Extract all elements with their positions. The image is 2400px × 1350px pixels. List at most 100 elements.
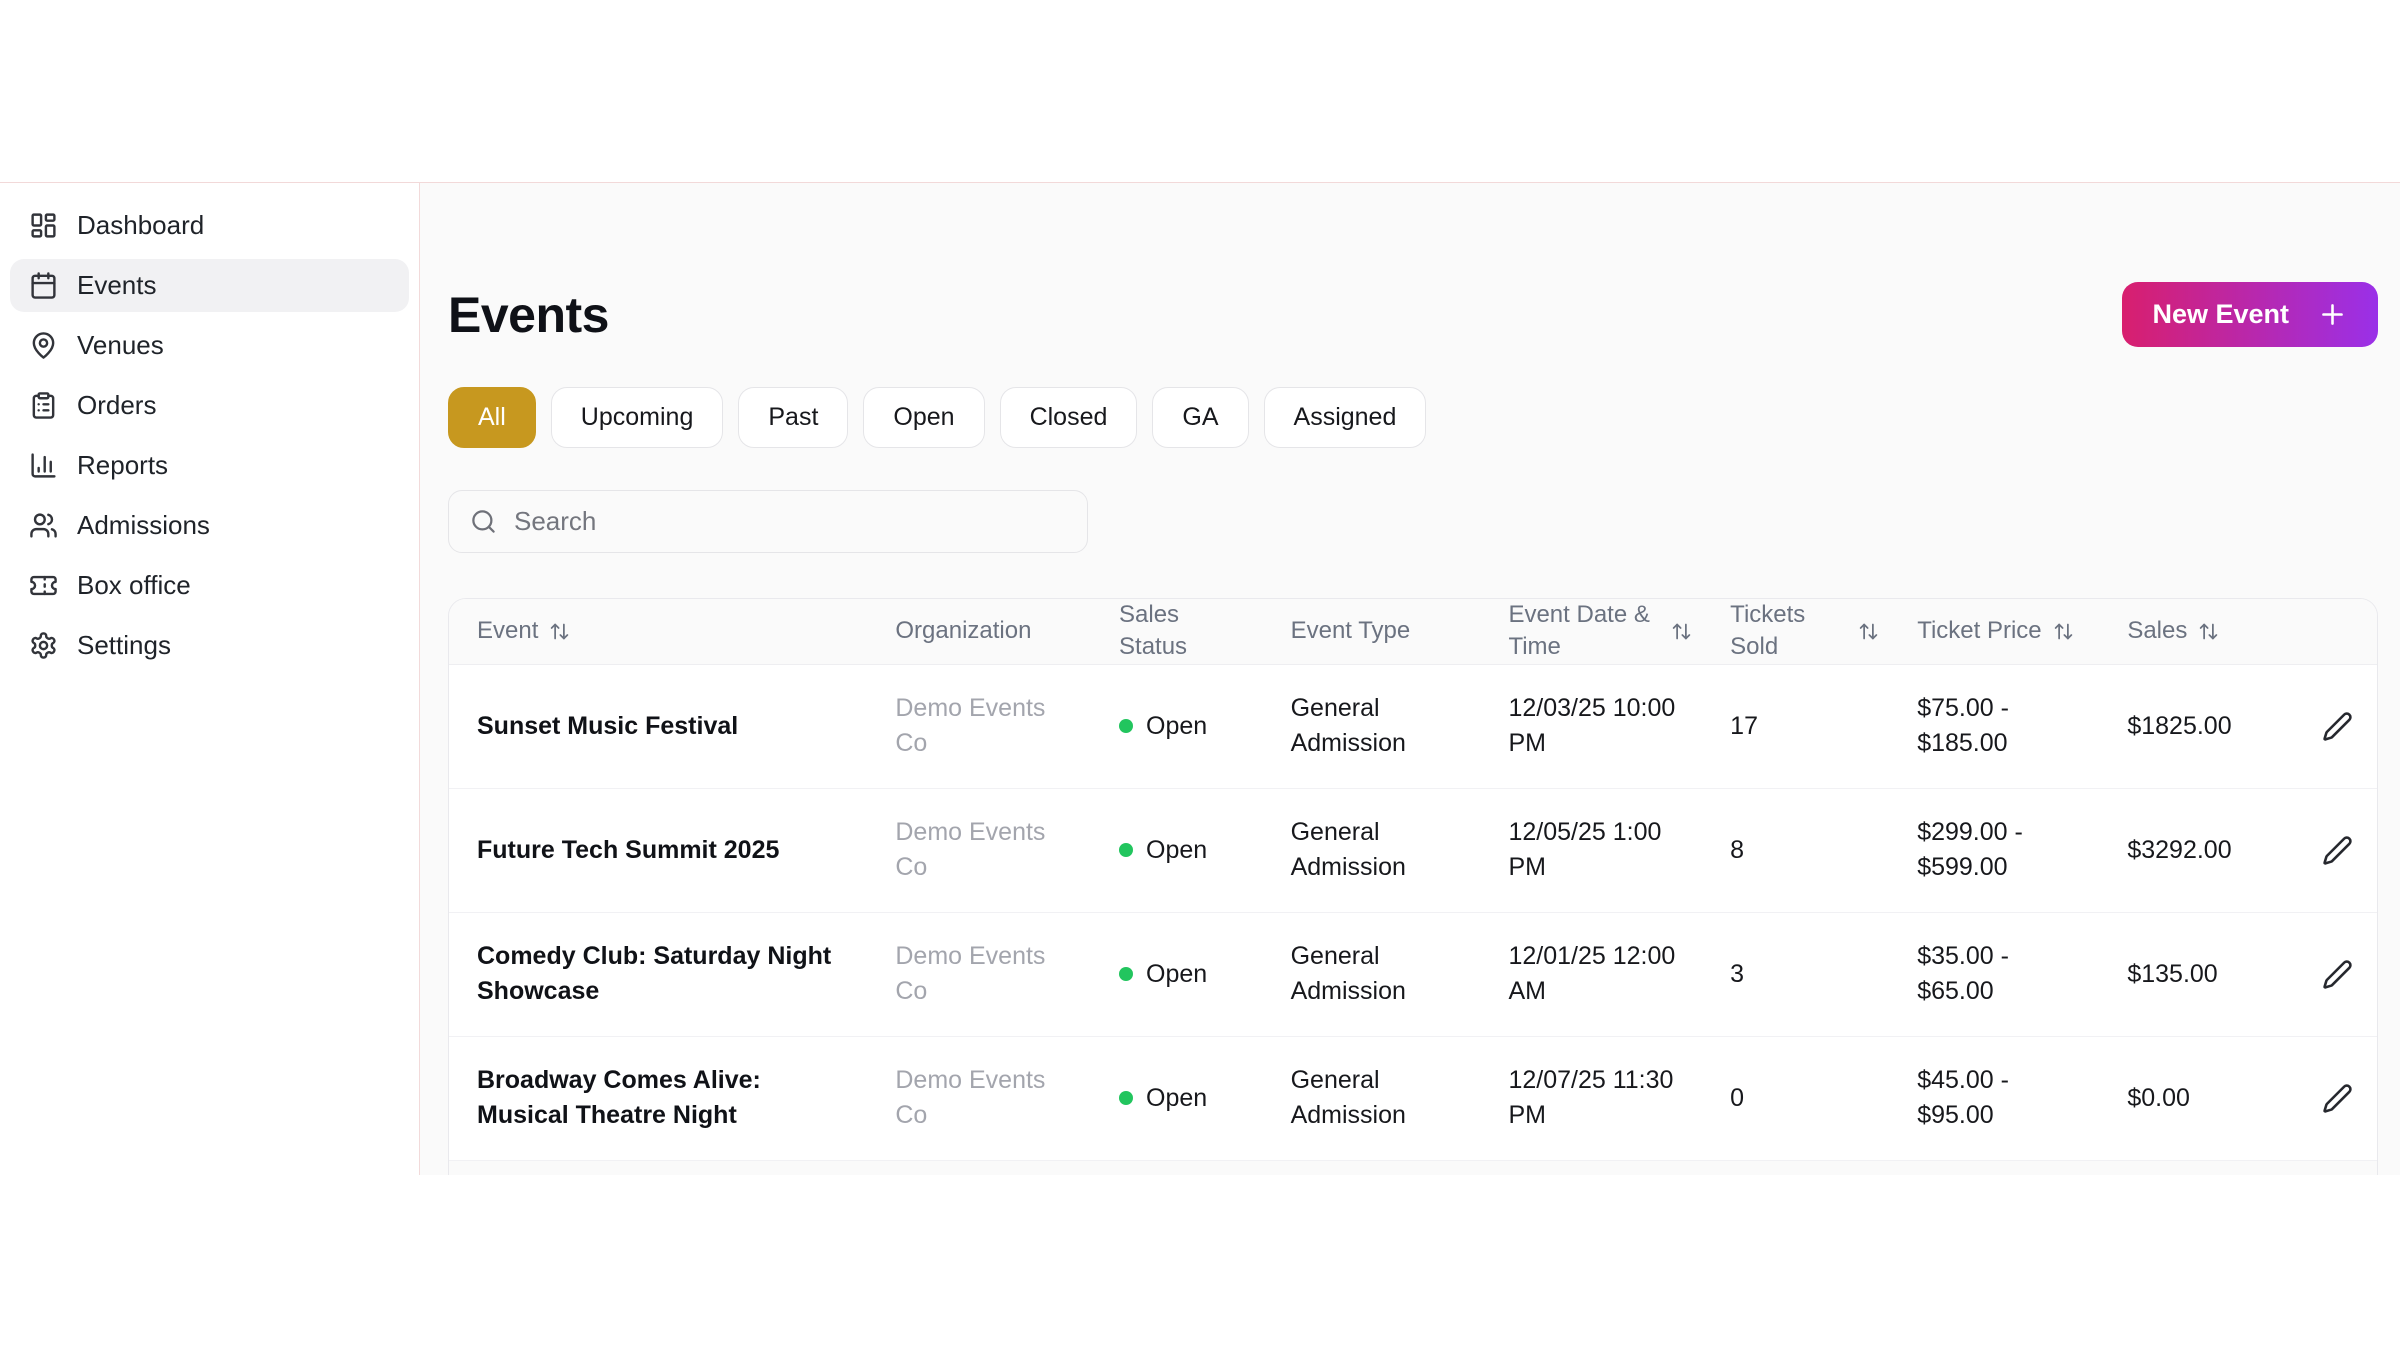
filter-chip-closed[interactable]: Closed: [999, 387, 1138, 448]
status-badge: Open: [1119, 957, 1253, 993]
status-label: Open: [1146, 959, 1208, 988]
event-type: General Admission: [1262, 788, 1481, 913]
event-name: Future Tech Summit 2025: [449, 788, 868, 913]
sidebar-item-orders[interactable]: Orders: [10, 379, 409, 432]
tickets-sold: 17: [1702, 664, 1890, 789]
bar-chart-icon: [29, 451, 58, 480]
ticket-icon: [29, 571, 58, 600]
column-header-ticket-price[interactable]: Ticket Price: [1889, 599, 2100, 665]
status-badge: Open: [1119, 1081, 1253, 1117]
column-header-event-date-time[interactable]: Event Date & Time: [1480, 599, 1703, 665]
sort-icon: [2198, 621, 2219, 642]
pencil-icon: [2322, 835, 2353, 866]
sidebar-item-label: Events: [77, 270, 157, 300]
filter-chip-upcoming[interactable]: Upcoming: [550, 387, 724, 448]
sort-icon: [2053, 621, 2074, 642]
column-header-label: Event Date & Time: [1508, 601, 1650, 661]
page-title: Events: [448, 286, 609, 343]
sidebar-item-reports[interactable]: Reports: [10, 439, 409, 492]
table-row[interactable]: Sunset Music Festival Demo Events Co Open G…: [449, 664, 2377, 789]
sidebar-item-settings[interactable]: Settings: [10, 619, 409, 672]
column-header-label: Sales: [2127, 617, 2188, 645]
sales-status-cell: Open: [1091, 1036, 1263, 1161]
sidebar-item-label: Box office: [77, 570, 191, 600]
column-header-sales[interactable]: Sales: [2099, 599, 2289, 665]
table-row[interactable]: Broadway Comes Alive: Musical Theatre Ni…: [449, 1036, 2377, 1161]
filter-chip-open[interactable]: Open: [863, 387, 985, 448]
ticket-price: $35.00 - $65.00: [1889, 912, 2100, 1037]
sales-status-cell: Open: [1091, 912, 1263, 1037]
edit-event-button[interactable]: [2316, 829, 2359, 872]
sales-status-cell: Open: [1091, 788, 1263, 913]
ticket-price: $299.00 - $599.00: [1889, 788, 2100, 913]
column-header-actions: [2288, 599, 2377, 665]
tickets-sold: 3: [1702, 912, 1890, 1037]
status-badge: Open: [1119, 709, 1253, 745]
column-header-label: Event Type: [1290, 617, 1411, 645]
column-header-label: Ticket Price: [1917, 617, 2042, 645]
event-datetime: 12/03/25 10:00 PM: [1480, 664, 1703, 789]
sales-amount: $0.00: [2099, 1036, 2289, 1161]
actions-cell: [2288, 1036, 2377, 1161]
dashboard-icon: [29, 211, 58, 240]
filter-chip-ga[interactable]: GA: [1152, 387, 1249, 448]
sidebar-item-events[interactable]: Events: [10, 259, 409, 312]
event-type: General Admission: [1262, 1036, 1481, 1161]
event-name: Sunset Music Festival: [449, 664, 868, 789]
actions-cell: [2288, 664, 2377, 789]
sidebar: Dashboard Events Venues Orders Reports Admiss…: [0, 183, 420, 1175]
sidebar-item-admissions[interactable]: Admissions: [10, 499, 409, 552]
status-dot-icon: [1119, 843, 1134, 858]
event-type: General Admission: [1262, 664, 1481, 789]
filter-chip-all[interactable]: All: [448, 387, 536, 448]
organization: Demo Events Co: [867, 912, 1092, 1037]
table-row[interactable]: Future Tech Summit 2025 Demo Events Co Ope…: [449, 788, 2377, 913]
sidebar-item-label: Settings: [77, 630, 171, 660]
new-event-button-label: New Event: [2152, 299, 2289, 329]
edit-event-button[interactable]: [2316, 705, 2359, 748]
table-header: Event Organization Sales Status Event Type E…: [449, 599, 2377, 665]
edit-event-button[interactable]: [2316, 953, 2359, 996]
edit-event-button[interactable]: [2316, 1077, 2359, 1120]
sidebar-item-venues[interactable]: Venues: [10, 319, 409, 372]
event-datetime: 12/01/25 12:00 AM: [1480, 912, 1703, 1037]
event-name: Broadway Comes Alive: Musical Theatre Ni…: [449, 1036, 868, 1161]
page-header: Events New Event: [448, 282, 2378, 347]
column-header-event[interactable]: Event: [449, 599, 868, 665]
app-window: Dashboard Events Venues Orders Reports Admiss…: [0, 183, 2400, 1175]
sort-icon: [1858, 621, 1879, 642]
search-box[interactable]: [448, 490, 1088, 553]
sidebar-item-box-office[interactable]: Box office: [10, 559, 409, 612]
filter-chip-row: All Upcoming Past Open Closed GA Assigned: [448, 387, 2378, 448]
sidebar-item-dashboard[interactable]: Dashboard: [10, 199, 409, 252]
event-datetime: 12/07/25 11:30 PM: [1480, 1036, 1703, 1161]
actions-cell: [2288, 788, 2377, 913]
search-icon: [470, 508, 497, 535]
organization: Demo Events Co: [867, 664, 1092, 789]
events-table-card: Event Organization Sales Status Event Type E…: [448, 598, 2378, 1175]
ticket-price: $75.00 - $185.00: [1889, 664, 2100, 789]
status-label: Open: [1146, 1083, 1208, 1112]
sales-amount: $1825.00: [2099, 664, 2289, 789]
users-icon: [29, 511, 58, 540]
tickets-sold: 0: [1702, 1036, 1890, 1161]
table-footer-strip: [449, 1160, 2377, 1175]
new-event-button[interactable]: New Event: [2122, 282, 2378, 347]
filter-chip-assigned[interactable]: Assigned: [1263, 387, 1427, 448]
pencil-icon: [2322, 1083, 2353, 1114]
column-header-tickets-sold[interactable]: Tickets Sold: [1702, 599, 1890, 665]
main-content: Events New Event All Upcoming Past Open Clos…: [420, 183, 2400, 1175]
table-row[interactable]: Comedy Club: Saturday Night Showcase Demo…: [449, 912, 2377, 1037]
filter-chip-past[interactable]: Past: [738, 387, 849, 448]
sales-amount: $3292.00: [2099, 788, 2289, 913]
status-dot-icon: [1119, 1091, 1134, 1106]
sidebar-item-label: Dashboard: [77, 210, 205, 240]
status-dot-icon: [1119, 719, 1134, 734]
status-label: Open: [1146, 711, 1208, 740]
sort-icon: [1671, 621, 1692, 642]
pencil-icon: [2322, 959, 2353, 990]
column-header-event-type: Event Type: [1262, 599, 1481, 665]
pencil-icon: [2322, 711, 2353, 742]
search-input[interactable]: [512, 505, 1066, 538]
sales-status-cell: Open: [1091, 664, 1263, 789]
